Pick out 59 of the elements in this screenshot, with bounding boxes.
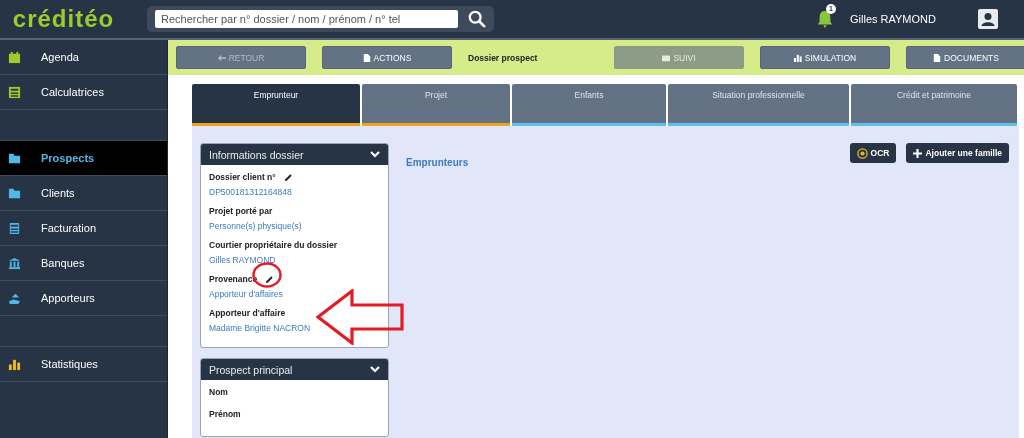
document-icon [362, 53, 371, 62]
chevron-icon[interactable] [370, 151, 380, 158]
tab[interactable]: Crédit et patrimoine [851, 84, 1017, 126]
add-button[interactable]: Ajouter une famille [906, 143, 1009, 163]
cal-icon [8, 50, 21, 64]
search-icon[interactable] [468, 10, 486, 28]
field-label: Apporteur d'affaire [209, 308, 286, 318]
ocr-button[interactable]: OCR [849, 143, 897, 163]
sidebar-item[interactable]: Agenda [0, 40, 167, 75]
section-title: Emprunteurs [406, 157, 469, 168]
briefcase-icon [662, 53, 671, 62]
logo: créditéo [11, 5, 116, 33]
arrow-icon [217, 53, 226, 62]
sidebar-item[interactable]: Facturation [0, 211, 167, 246]
field-value[interactable]: DP500181312164848 [209, 187, 380, 197]
pencil-icon[interactable] [265, 274, 275, 284]
sidebar-item[interactable]: Banques [0, 246, 167, 281]
field-label: Dossier client n° [209, 172, 276, 182]
plus-icon [913, 148, 923, 158]
field-label: Prénom [209, 409, 241, 419]
tab[interactable]: Projet [362, 84, 510, 126]
field-value[interactable]: Gilles RAYMOND [209, 255, 380, 265]
toolbar-button[interactable]: SIMULATION [760, 46, 890, 69]
field-value[interactable]: Apporteur d'affaires [209, 289, 380, 299]
field-label: Nom [209, 387, 228, 397]
toolbar-button[interactable]: DOCUMENTS [906, 46, 1024, 69]
panel-title: Informations dossier [209, 148, 304, 161]
folder-icon [8, 151, 21, 165]
user-name[interactable]: Gilles RAYMOND [850, 13, 936, 25]
sidebar-item[interactable]: Prospects [0, 141, 167, 176]
panel-title: Prospect principal [209, 363, 293, 376]
pencil-icon[interactable] [283, 172, 293, 182]
toolbar-button[interactable]: ACTIONS [322, 46, 452, 69]
field-value[interactable]: Personne(s) physique(s) [209, 221, 380, 231]
tab[interactable]: Enfants [512, 84, 666, 126]
document-icon [933, 53, 942, 62]
tab[interactable]: Emprunteur [192, 84, 360, 126]
sidebar-item[interactable]: Calculatrices [0, 75, 167, 110]
bell-icon[interactable] [816, 9, 834, 29]
calc-icon [8, 85, 21, 99]
bank-icon [8, 256, 21, 270]
search-field[interactable]: Rechercher par n° dossier / nom / prénom / n° tel [155, 10, 459, 28]
doc-icon [8, 221, 21, 235]
avatar-icon[interactable] [978, 9, 998, 29]
sidebar-item[interactable]: Statistiques [0, 347, 167, 382]
field-label: Projet porté par [209, 206, 273, 216]
panel-header[interactable]: Prospect principal [201, 359, 388, 380]
folder-icon [8, 186, 21, 200]
field-label: Courtier propriétaire du dossier [209, 240, 337, 250]
panel-header[interactable]: Informations dossier [201, 144, 388, 165]
field-value[interactable]: Madame Brigitte NACRON [209, 323, 380, 333]
page-title: Dossier prospect [468, 52, 539, 63]
chart-icon [8, 357, 21, 371]
target-icon [856, 147, 868, 159]
sidebar-item[interactable]: Clients [0, 176, 167, 211]
chevron-icon[interactable] [370, 366, 380, 373]
bar-chart-icon [793, 53, 802, 62]
sidebar-item[interactable]: Apporteurs [0, 281, 167, 316]
tab[interactable]: Situation professionnelle [668, 84, 849, 126]
